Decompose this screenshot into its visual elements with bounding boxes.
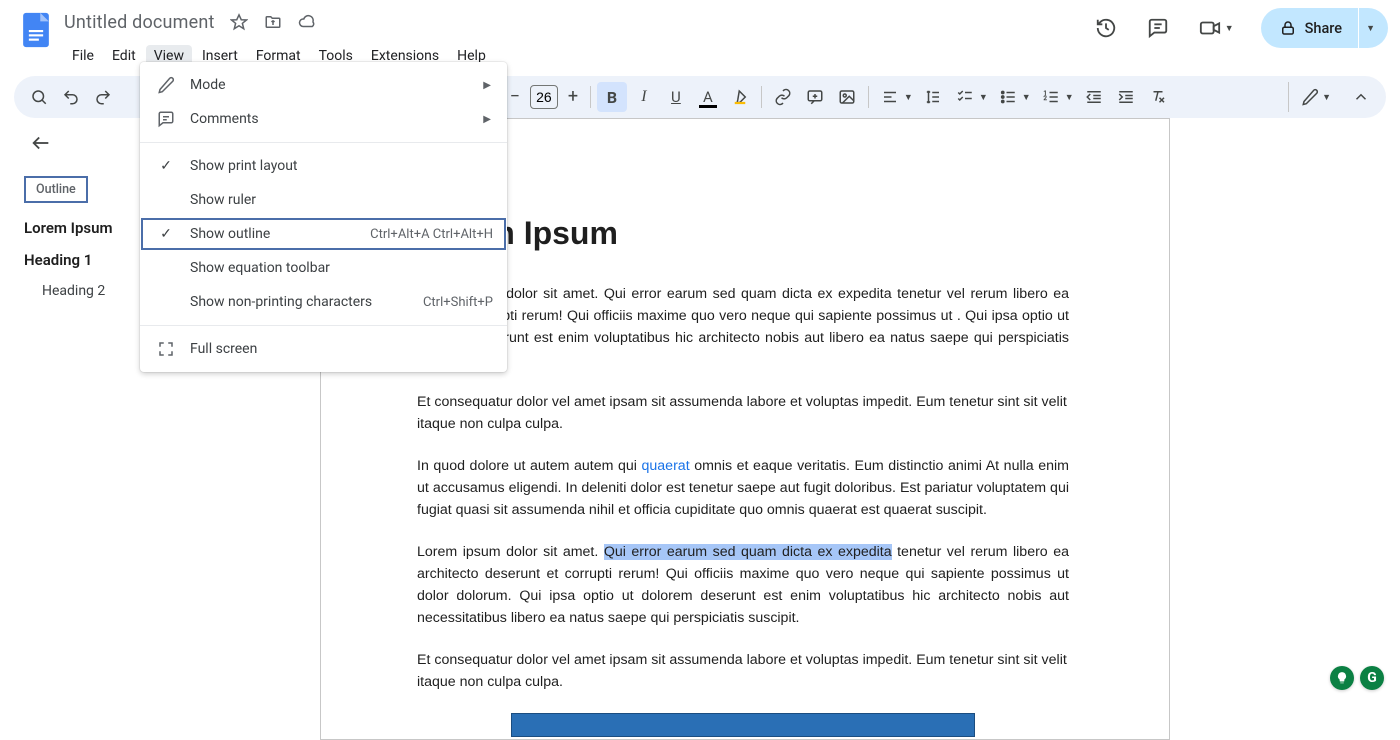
move-icon[interactable] [263,12,283,32]
menu-edit[interactable]: Edit [104,45,144,67]
menu-equation-toolbar[interactable]: Show equation toolbar [140,251,507,285]
suggestion-icon[interactable] [1330,666,1354,690]
undo-icon[interactable] [56,82,86,112]
document-heading: Lorem Ipsum [417,209,1069,259]
selected-text: Qui error earum sed quam dicta ex expedi… [604,544,892,560]
svg-text:2: 2 [1043,95,1047,102]
meet-icon[interactable] [1196,14,1224,42]
paragraph: Et consequatur dolor vel amet ipsam sit … [417,391,1069,435]
clear-format-icon[interactable] [1143,82,1173,112]
align-icon[interactable] [875,82,905,112]
chevron-down-icon[interactable]: ▼ [1322,92,1331,103]
lock-icon [1279,19,1297,37]
chevron-down-icon: ▼ [1366,23,1375,34]
checklist-icon[interactable] [950,82,980,112]
menu-nonprinting[interactable]: Show non-printing characters Ctrl+Shift+… [140,285,507,319]
comment-icon [154,110,178,128]
star-icon[interactable] [229,12,249,32]
docs-app-icon[interactable] [18,12,54,48]
chevron-down-icon[interactable]: ▼ [1022,92,1031,103]
submenu-arrow-icon: ▶ [483,114,491,125]
document-image[interactable] [511,713,975,737]
pencil-icon [154,76,178,94]
indent-decrease-icon[interactable] [1079,82,1109,112]
chevron-down-icon[interactable]: ▼ [904,92,913,103]
history-icon[interactable] [1092,14,1120,42]
paragraph: Et consequatur dolor vel amet ipsam sit … [417,649,1069,693]
menu-file[interactable]: File [64,45,102,67]
underline-button[interactable]: U [661,82,691,112]
redo-icon[interactable] [88,82,118,112]
search-menus-icon[interactable] [24,82,54,112]
decrease-font-icon[interactable]: − [504,88,526,106]
chevron-down-icon[interactable]: ▼ [1225,23,1234,34]
indent-increase-icon[interactable] [1111,82,1141,112]
share-button[interactable]: Share [1261,8,1358,48]
increase-font-icon[interactable]: + [562,88,584,106]
chevron-down-icon[interactable]: ▼ [1065,92,1074,103]
link-icon[interactable] [768,82,798,112]
hyperlink[interactable]: quaerat [642,458,690,474]
text-color-button[interactable]: A [693,82,723,112]
menu-fullscreen[interactable]: Full screen [140,332,507,366]
menu-comments[interactable]: Comments ▶ [140,102,507,136]
titlebar: Untitled document ▼ Share ▼ [0,6,1400,38]
paragraph: In quod dolore ut autem autem qui quaera… [417,455,1069,521]
chevron-down-icon[interactable]: ▼ [979,92,988,103]
grammarly-icon[interactable]: G [1360,666,1384,690]
menu-print-layout[interactable]: Show print layout [140,149,507,183]
share-label: Share [1305,20,1342,37]
check-icon [154,226,178,242]
italic-button[interactable]: I [629,82,659,112]
grammar-ext: G [1330,666,1384,690]
paragraph: Lorem ipsum dolor sit amet. Qui error ea… [417,283,1069,371]
line-spacing-icon[interactable] [918,82,948,112]
numbered-list-icon[interactable]: 12 [1036,82,1066,112]
font-size-input[interactable] [530,85,558,109]
check-icon [154,158,178,174]
outline-panel-label[interactable]: Outline [24,176,88,203]
submenu-arrow-icon: ▶ [483,80,491,91]
share-dropdown[interactable]: ▼ [1359,8,1388,48]
comments-icon[interactable] [1144,14,1172,42]
bullet-list-icon[interactable] [993,82,1023,112]
menu-mode[interactable]: Mode ▶ [140,68,507,102]
menu-ruler[interactable]: Show ruler [140,183,507,217]
image-icon[interactable] [832,82,862,112]
menu-show-outline[interactable]: Show outline Ctrl+Alt+A Ctrl+Alt+H [140,217,507,251]
bold-button[interactable]: B [597,82,627,112]
editing-mode-icon[interactable] [1295,82,1325,112]
collapse-toolbar-icon[interactable] [1346,82,1376,112]
cloud-status-icon[interactable] [297,12,317,32]
fullscreen-icon [154,340,178,358]
view-menu-dropdown: Mode ▶ Comments ▶ Show print layout Show… [140,62,507,372]
add-comment-icon[interactable] [800,82,830,112]
paragraph: Lorem ipsum dolor sit amet. Qui error ea… [417,541,1069,629]
highlight-button[interactable] [725,82,755,112]
document-title[interactable]: Untitled document [64,12,215,33]
